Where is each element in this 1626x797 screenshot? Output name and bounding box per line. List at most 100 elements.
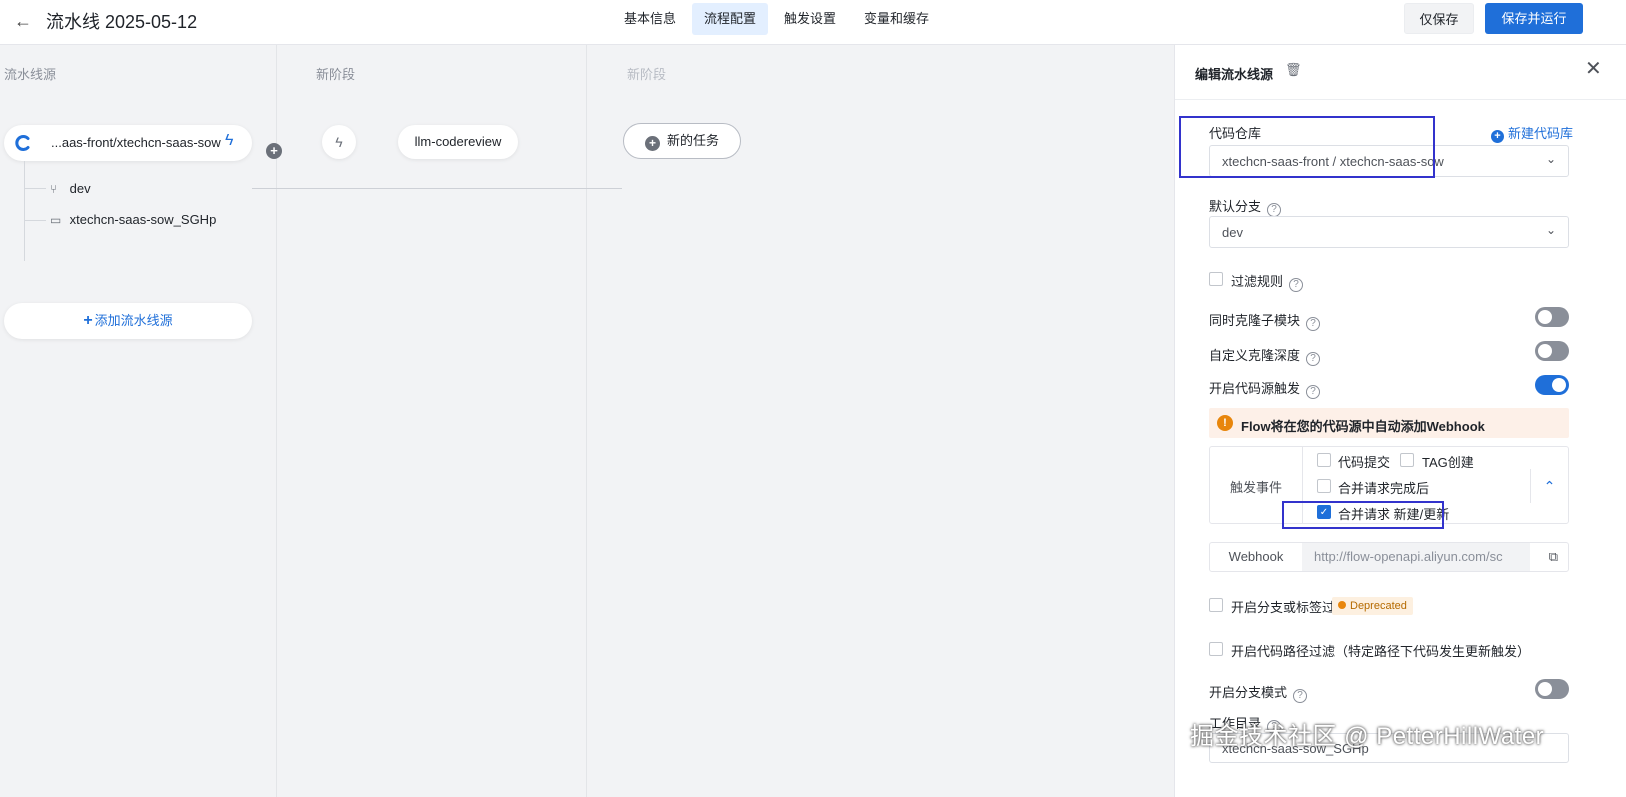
- path-filter-label: 开启代码路径过滤（特定路径下代码发生更新触发）: [1231, 644, 1531, 659]
- trash-icon[interactable]: 🗑: [1285, 62, 1302, 78]
- lightning-icon: ϟ: [225, 132, 234, 149]
- save-only-button[interactable]: 仅保存: [1404, 3, 1474, 34]
- new-repo-link[interactable]: + 新建代码库: [1491, 123, 1573, 143]
- arrow-left-icon[interactable]: ←: [10, 9, 36, 35]
- stage-divider: [586, 45, 587, 797]
- new-task-label: 新的任务: [666, 133, 719, 148]
- webhook-url[interactable]: http://flow-openapi.aliyun.com/sc: [1302, 543, 1530, 571]
- event-checkbox-tag-create[interactable]: [1400, 453, 1414, 467]
- custom-depth-toggle[interactable]: [1535, 341, 1569, 361]
- add-source-button[interactable]: + 添加流水线源: [4, 303, 252, 339]
- webhook-field: Webhook http://flow-openapi.aliyun.com/s…: [1209, 542, 1569, 572]
- source-branch-name: dev: [69, 181, 91, 196]
- panel-body: 代码仓库 + 新建代码库 xtechcn-saas-front / xtechcn…: [1175, 101, 1626, 797]
- chevron-down-icon: ⌄: [1545, 152, 1556, 166]
- collapse-chevron-icon[interactable]: ⌃: [1530, 469, 1568, 503]
- help-icon[interactable]: ?: [1306, 352, 1321, 366]
- tree-connector: [24, 188, 46, 189]
- webhook-label: Webhook: [1228, 549, 1284, 564]
- event-checkbox-code-commit[interactable]: [1317, 453, 1331, 467]
- branch-filter-label: 开启分支或标签过滤: [1231, 600, 1349, 615]
- tab-basic-info[interactable]: 基本信息: [612, 3, 688, 35]
- codeup-logo-icon: [15, 135, 30, 151]
- help-icon[interactable]: ?: [1306, 385, 1321, 399]
- pipeline-canvas: 流水线源 新阶段 新阶段 ...aas-front/xtechcn-saas-s…: [0, 45, 1191, 797]
- trigger-node[interactable]: ϟ: [322, 125, 356, 159]
- page-title: 流水线 2025-05-12: [46, 12, 198, 32]
- edit-source-panel: 编辑流水线源 🗑 ✕ 代码仓库 + 新建代码库 xtechcn-saas-fron…: [1174, 45, 1626, 797]
- event-label-mr-complete: 合并请求完成后: [1338, 481, 1430, 496]
- top-bar: ← 流水线 2025-05-12 基本信息 流程配置 触发设置 变量和缓存 仅保…: [0, 0, 1626, 45]
- tree-connector: [24, 161, 25, 261]
- chevron-down-icon: ⌄: [1545, 223, 1556, 237]
- branch-select[interactable]: dev ⌄: [1209, 216, 1569, 248]
- filter-rule-checkbox[interactable]: [1209, 272, 1223, 286]
- branch-mode-toggle[interactable]: [1535, 679, 1569, 699]
- branch-filter-checkbox[interactable]: [1209, 598, 1223, 612]
- copy-icon[interactable]: ⧉: [1549, 549, 1558, 565]
- event-checkbox-mr-complete[interactable]: [1317, 479, 1331, 493]
- source-path-name: xtechcn-saas-sow_SGHp: [69, 212, 217, 227]
- source-path-item: ▭ xtechcn-saas-sow_SGHp: [50, 212, 216, 227]
- help-icon[interactable]: ?: [1306, 317, 1321, 331]
- webhook-notice: ! Flow将在您的代码源中自动添加Webhook: [1209, 408, 1569, 438]
- branch-icon: ⑂: [50, 182, 58, 196]
- flow-connector-line: [252, 188, 622, 189]
- stage-title-new-stage[interactable]: 新阶段: [316, 64, 355, 83]
- path-filter-checkbox[interactable]: [1209, 642, 1223, 656]
- event-label-code-commit: 代码提交: [1338, 455, 1391, 470]
- watermark: 掘金技术社区 @ PetterHillWater: [1190, 723, 1545, 750]
- branch-select-value: dev: [1222, 225, 1243, 240]
- tab-variables-cache[interactable]: 变量和缓存: [852, 3, 941, 35]
- add-source-label: 添加流水线源: [94, 313, 173, 328]
- clone-submodule-label-text: 同时克隆子模块: [1209, 313, 1301, 328]
- stage-title-source: 流水线源: [4, 67, 57, 82]
- tab-trigger-settings[interactable]: 触发设置: [772, 3, 848, 35]
- pipeline-source-card[interactable]: ...aas-front/xtechcn-saas-sow ϟ: [4, 125, 252, 161]
- source-trigger-label: 开启代码源触发?: [1209, 378, 1321, 399]
- stage-title-new-stage-placeholder[interactable]: 新阶段: [627, 64, 666, 83]
- warning-icon: !: [1217, 415, 1233, 431]
- filter-rule-label: 过滤规则?: [1231, 271, 1304, 292]
- save-and-run-button[interactable]: 保存并运行: [1485, 3, 1583, 34]
- trigger-events-label: 触发事件: [1230, 480, 1283, 495]
- help-icon[interactable]: ?: [1289, 278, 1304, 292]
- task-node-llm-codereview[interactable]: llm-codereview: [398, 125, 518, 159]
- highlight-annotation-box: [1179, 116, 1435, 178]
- panel-title: 编辑流水线源: [1195, 67, 1274, 82]
- new-repo-label: 新建代码库: [1508, 126, 1574, 141]
- plus-icon: +: [83, 312, 93, 329]
- deprecated-badge-text: Deprecated: [1350, 600, 1407, 612]
- panel-header: 编辑流水线源 🗑 ✕: [1175, 45, 1626, 100]
- lightning-icon: ϟ: [335, 134, 343, 150]
- custom-depth-label-text: 自定义克隆深度: [1209, 348, 1301, 363]
- filter-rule-label-text: 过滤规则: [1231, 274, 1284, 289]
- dot-icon: [1338, 601, 1346, 609]
- tab-flow-config[interactable]: 流程配置: [692, 3, 769, 35]
- event-label-tag-create: TAG创建: [1422, 455, 1474, 470]
- help-icon[interactable]: ?: [1293, 689, 1308, 703]
- source-branch-item: ⑂ dev: [50, 181, 91, 196]
- deprecated-badge: Deprecated: [1332, 597, 1413, 615]
- custom-depth-label: 自定义克隆深度?: [1209, 345, 1321, 366]
- clone-submodule-label: 同时克隆子模块?: [1209, 310, 1321, 331]
- close-icon[interactable]: ✕: [1585, 59, 1602, 79]
- branch-mode-label: 开启分支模式?: [1209, 682, 1308, 703]
- plus-circle-icon: +: [1491, 130, 1504, 143]
- tab-bar: 基本信息 流程配置 触发设置 变量和缓存: [612, 3, 941, 35]
- webhook-notice-text: Flow将在您的代码源中自动添加Webhook: [1241, 419, 1485, 434]
- branch-mode-label-text: 开启分支模式: [1209, 685, 1288, 700]
- plus-circle-icon: +: [644, 136, 660, 151]
- clone-submodule-toggle[interactable]: [1535, 307, 1569, 327]
- help-icon[interactable]: ?: [1267, 203, 1282, 217]
- highlight-annotation-box: [1282, 501, 1444, 529]
- add-stage-plus-icon[interactable]: +: [266, 143, 282, 159]
- new-task-button[interactable]: + 新的任务: [623, 123, 741, 159]
- branch-label: 默认分支?: [1209, 196, 1282, 217]
- source-trigger-toggle[interactable]: [1535, 375, 1569, 395]
- tree-connector: [24, 220, 46, 221]
- branch-label-text: 默认分支: [1209, 199, 1262, 214]
- folder-icon: ▭: [50, 213, 62, 227]
- source-repo-name: ...aas-front/xtechcn-saas-sow: [51, 135, 221, 150]
- source-trigger-label-text: 开启代码源触发: [1209, 381, 1301, 396]
